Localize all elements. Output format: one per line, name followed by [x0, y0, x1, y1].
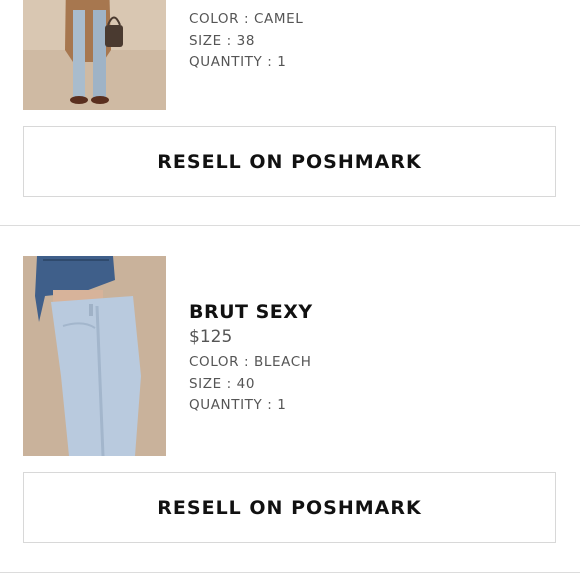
- product-size: SIZE : 40: [189, 375, 256, 392]
- product-size: SIZE : 38: [189, 32, 256, 49]
- product-price: $125: [189, 327, 233, 347]
- product-details: COLOR : CAMEL SIZE : 38 QUANTITY : 1: [189, 0, 303, 74]
- resell-on-poshmark-button[interactable]: RESELL ON POSHMARK: [23, 126, 556, 197]
- product-image[interactable]: [23, 0, 166, 110]
- product-quantity: QUANTITY : 1: [189, 397, 287, 413]
- resell-on-poshmark-button[interactable]: RESELL ON POSHMARK: [23, 472, 556, 543]
- product-color: COLOR : BLEACH: [189, 354, 312, 370]
- product-image[interactable]: [23, 256, 166, 456]
- divider: [0, 572, 580, 573]
- product-details: BRUT SEXY $125 COLOR : BLEACH SIZE : 40 …: [189, 300, 313, 417]
- divider: [0, 225, 580, 226]
- product-quantity: QUANTITY : 1: [189, 54, 287, 70]
- product-color: COLOR : CAMEL: [189, 11, 304, 27]
- product-title[interactable]: BRUT SEXY: [189, 300, 313, 324]
- order-items-page: COLOR : CAMEL SIZE : 38 QUANTITY : 1 RES…: [0, 0, 580, 580]
